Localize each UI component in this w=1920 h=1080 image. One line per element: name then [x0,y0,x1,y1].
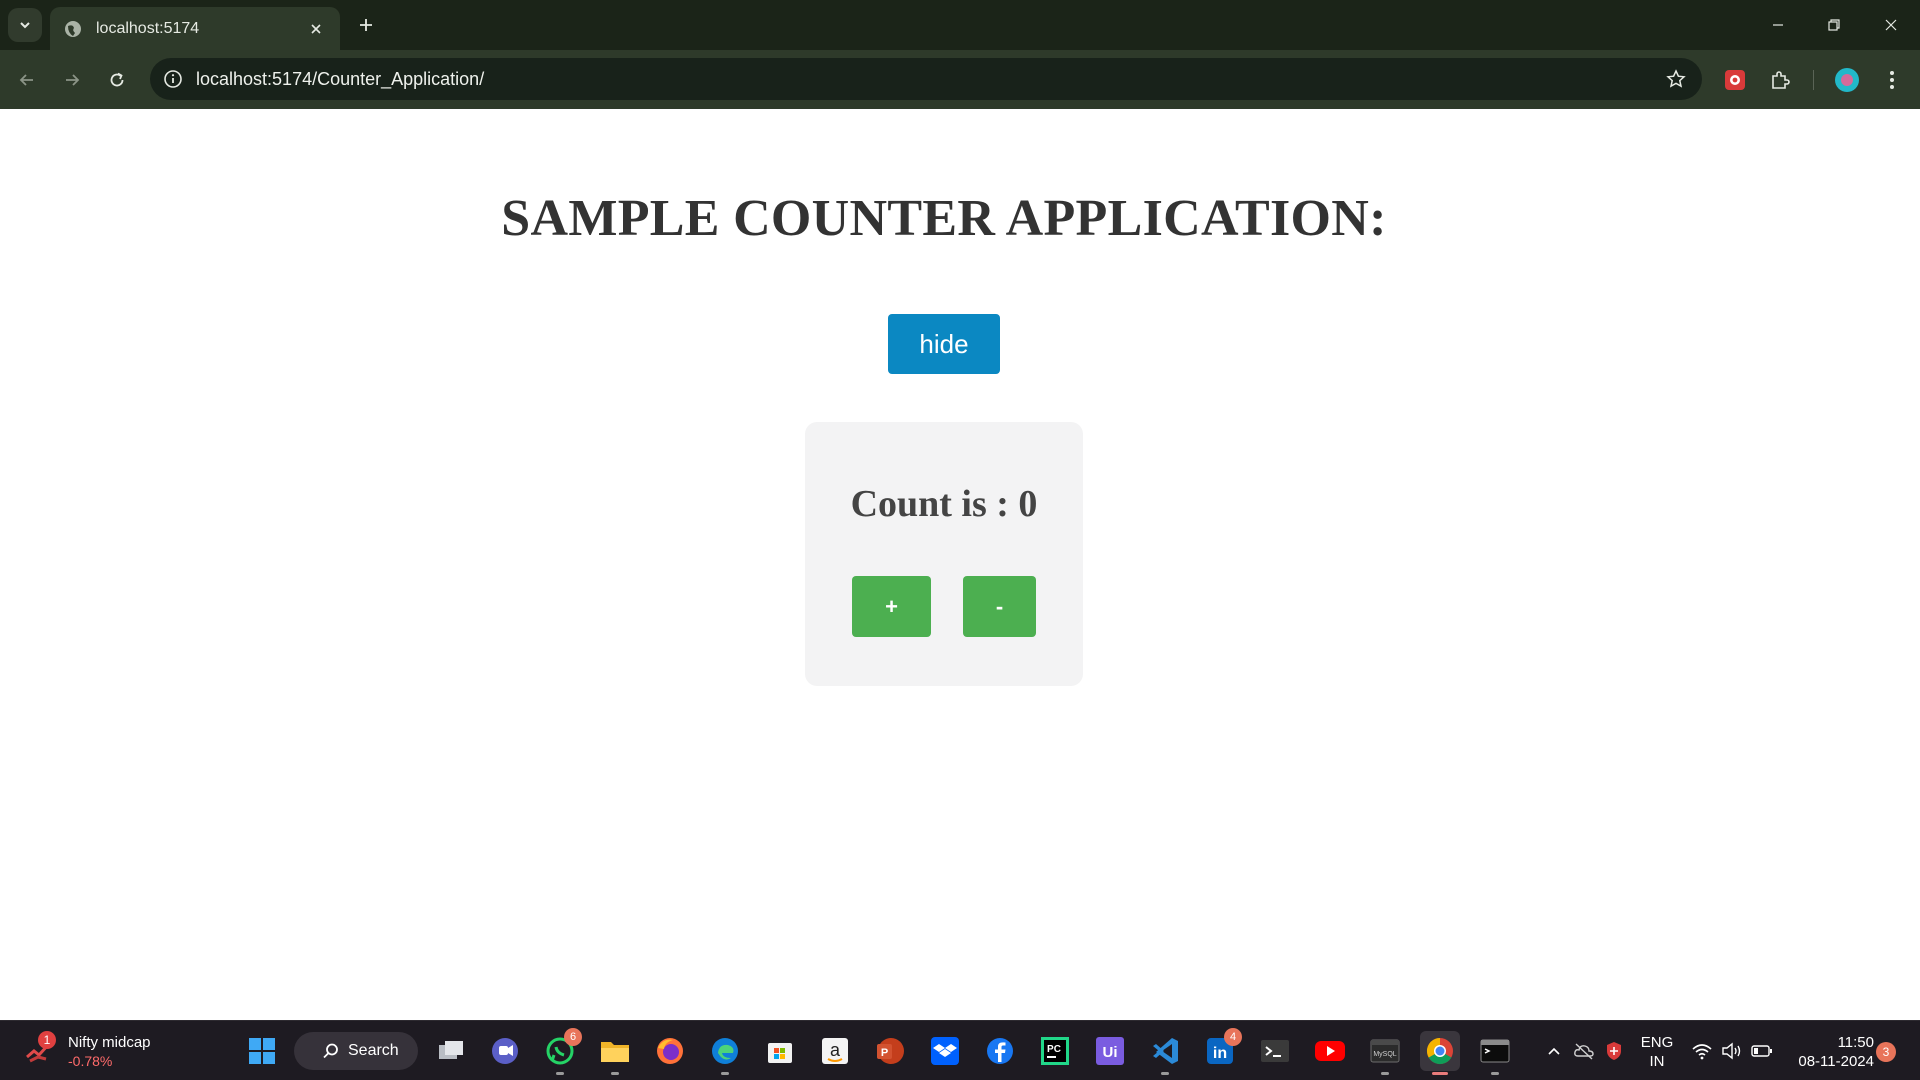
language-code: ENG [1640,1034,1674,1051]
battery-icon[interactable] [1750,1039,1774,1063]
svg-text:PC: PC [1047,1044,1061,1055]
cmd-icon[interactable] [1475,1031,1515,1075]
increment-button[interactable]: + [852,576,931,637]
whatsapp-icon[interactable]: 6 [540,1028,582,1075]
volume-icon[interactable] [1720,1039,1744,1063]
facebook-icon[interactable] [980,1031,1020,1071]
back-button[interactable] [9,62,45,98]
stocks-widget[interactable]: 1 Nifty midcap -0.78% [24,1031,151,1071]
page-title: SAMPLE COUNTER APPLICATION: [501,190,1387,247]
plus-icon [360,19,372,31]
widget-badge: 1 [38,1031,56,1049]
count-display: Count is : 0 [850,483,1038,525]
browser-titlebar: localhost:5174 [0,0,1920,50]
decrement-button[interactable]: - [963,576,1036,637]
security-shield-icon[interactable] [1602,1039,1626,1063]
browser-menu-icon[interactable] [1874,62,1910,98]
minimize-icon [1773,24,1783,26]
hide-button[interactable]: hide [888,314,1000,374]
minimize-button[interactable] [1758,8,1798,42]
url-text[interactable]: localhost:5174/Counter_Application/ [196,69,484,90]
forward-button[interactable] [54,62,90,98]
tab-title: localhost:5174 [96,19,200,37]
browser-tab[interactable]: localhost:5174 [50,7,340,50]
running-indicator [1491,1072,1499,1075]
arrow-right-icon [66,74,80,86]
youtube-icon[interactable] [1310,1031,1350,1071]
clock-time: 11:50 [1837,1034,1874,1051]
svg-text:MySQL: MySQL [1373,1051,1396,1058]
powerpoint-icon[interactable]: P [870,1031,910,1071]
page-viewport: SAMPLE COUNTER APPLICATION: hide Count i… [0,109,1920,1020]
reload-icon [110,72,124,87]
restore-icon [1828,19,1840,31]
running-indicator [1432,1072,1448,1075]
svg-text:P: P [881,1047,888,1059]
start-icon[interactable] [242,1031,282,1071]
svg-text:in: in [1213,1045,1227,1062]
svg-text:a: a [830,1040,841,1060]
chevron-down-icon [20,22,30,29]
restore-button[interactable] [1814,8,1854,42]
teams-icon[interactable] [485,1031,525,1071]
extensions-puzzle-icon[interactable] [1762,62,1798,98]
store-icon[interactable] [760,1031,800,1071]
extension-icon[interactable] [1717,62,1753,98]
close-icon [1885,19,1897,31]
address-bar[interactable]: localhost:5174/Counter_Application/ [150,58,1702,100]
linkedin-icon[interactable]: in 4 [1200,1028,1242,1071]
running-indicator [611,1072,619,1075]
dropbox-icon[interactable] [925,1031,965,1071]
svg-text:Ui: Ui [1103,1044,1118,1061]
pycharm-icon[interactable]: PC [1035,1031,1075,1071]
taskbar: 1 Nifty midcap -0.78% Search 6 a P PC Ui… [0,1020,1920,1080]
stocks-icon: 1 [24,1031,56,1067]
reload-button[interactable] [99,62,135,98]
firefox-icon[interactable] [650,1031,690,1071]
edge-icon[interactable] [705,1031,745,1075]
globe-icon [64,20,82,38]
search-label: Search [348,1042,399,1059]
system-clock[interactable]: 11:50 08-11-2024 [1784,1033,1874,1071]
terminal-icon[interactable] [1255,1031,1295,1071]
new-tab-button[interactable] [352,11,380,39]
notification-badge[interactable]: 3 [1876,1042,1896,1062]
close-window-button[interactable] [1871,8,1911,42]
uipath-icon[interactable]: Ui [1090,1031,1130,1071]
language-region: IN [1649,1053,1665,1070]
running-indicator [1381,1072,1389,1075]
widget-value: -0.78% [68,1052,113,1069]
search-icon [323,1043,338,1059]
mysql-icon[interactable]: MySQL [1365,1031,1405,1075]
linkedin-badge: 4 [1224,1028,1242,1046]
arrow-left-icon [19,74,33,86]
widget-title: Nifty midcap [68,1033,151,1051]
show-hidden-icons-chevron-icon[interactable] [1542,1039,1566,1063]
amazon-icon[interactable]: a [815,1031,855,1071]
running-indicator [556,1072,564,1075]
clock-date: 08-11-2024 [1798,1053,1874,1070]
file-explorer-icon[interactable] [595,1031,635,1075]
cloud-offline-icon[interactable] [1572,1039,1596,1063]
vscode-icon[interactable] [1145,1031,1185,1075]
site-info-icon[interactable] [160,66,186,92]
task-view-icon[interactable] [431,1031,471,1071]
chrome-icon[interactable] [1420,1031,1460,1075]
bookmark-star-icon[interactable] [1664,67,1688,91]
wifi-icon[interactable] [1690,1039,1714,1063]
running-indicator [721,1072,729,1075]
tab-search-button[interactable] [8,8,42,42]
browser-toolbar: localhost:5174/Counter_Application/ [0,50,1920,109]
language-indicator[interactable]: ENG IN [1640,1033,1674,1071]
counter-card: Count is : 0 + - [805,422,1083,686]
profile-avatar[interactable] [1829,62,1865,98]
whatsapp-badge: 6 [564,1028,582,1046]
close-icon[interactable] [304,17,328,41]
taskbar-search[interactable]: Search [294,1032,418,1070]
running-indicator [1161,1072,1169,1075]
toolbar-divider [1813,70,1814,90]
